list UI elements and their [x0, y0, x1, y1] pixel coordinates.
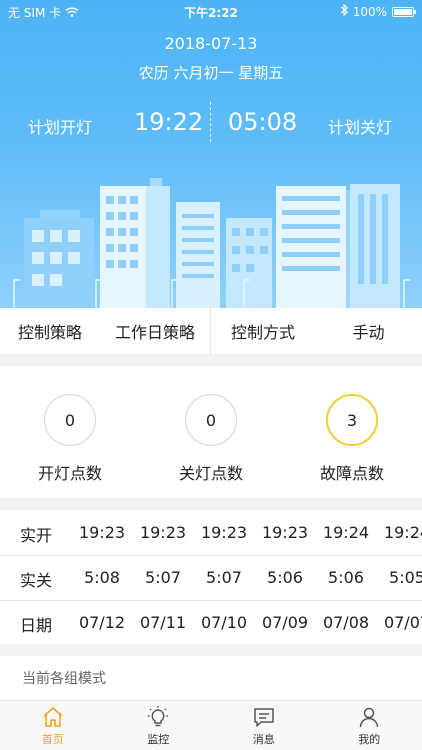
workday-strategy-selector[interactable]: 工作日策略 — [100, 308, 210, 354]
table-cell: 07/09 — [261, 613, 309, 632]
plan-off-label: 计划关灯 — [327, 118, 392, 137]
table-cell: 19:23 — [78, 523, 126, 542]
bluetooth-icon — [340, 3, 348, 19]
table-cell: 19:24 — [322, 523, 370, 542]
date-label: 2018-07-13 — [164, 34, 258, 53]
count-label: 开灯点数 — [37, 464, 102, 483]
battery-percent: 100% — [352, 4, 387, 19]
status-bar: 无 SIM 卡 下午2:22 100% — [0, 0, 422, 22]
tab-label: 消息 — [252, 733, 275, 746]
light-counts-panel: 0 开灯点数 0 关灯点数 3 故障点数 — [0, 366, 422, 498]
control-mode-label: 控制方式 — [230, 323, 295, 342]
table-cell: 5:08 — [84, 568, 120, 587]
header-panel: 无 SIM 卡 下午2:22 100% 2018-07-13 农历 六月初一 星… — [0, 0, 422, 308]
table-cell: 5:07 — [145, 568, 181, 587]
table-cell: 5:07 — [206, 568, 242, 587]
table-cell: 19:23 — [261, 523, 309, 542]
count-circle: 0 — [44, 394, 96, 446]
group-modes-section: 当前各组模式 — [0, 656, 422, 700]
divider — [210, 102, 211, 142]
plan-on-label: 计划开灯 — [28, 118, 93, 137]
table-cell: 07/10 — [200, 613, 248, 632]
count-label: 关灯点数 — [178, 464, 243, 483]
table-cell: 5:06 — [267, 568, 303, 587]
tab-label: 我的 — [358, 733, 381, 746]
table-cell: 5:05 — [389, 568, 422, 587]
city-skyline-illustration — [13, 178, 410, 308]
tab-home[interactable]: 首页 — [0, 701, 106, 750]
message-icon — [254, 708, 274, 727]
row-label: 日期 — [20, 616, 53, 635]
off-count[interactable]: 0 关灯点数 — [141, 394, 281, 484]
home-icon — [43, 707, 63, 727]
table-cell: 07/12 — [78, 613, 126, 632]
on-count[interactable]: 0 开灯点数 — [0, 394, 140, 484]
count-label: 故障点数 — [319, 464, 384, 483]
table-row: 实开 19:23 19:23 19:23 19:23 19:24 19:24 — [0, 510, 422, 554]
tab-label: 首页 — [41, 733, 64, 746]
strategy-row: 控制策略 工作日策略 控制方式 手动 — [0, 308, 422, 354]
user-icon — [360, 707, 379, 728]
history-table[interactable]: 实开 19:23 19:23 19:23 19:23 19:24 19:24 实… — [0, 510, 422, 644]
fault-count[interactable]: 3 故障点数 — [282, 394, 422, 484]
row-label: 实关 — [20, 571, 53, 590]
battery-icon — [392, 6, 416, 17]
table-cell: 5:06 — [328, 568, 364, 587]
table-cell: 19:24 — [383, 523, 422, 542]
lunar-date-label: 农历 六月初一 星期五 — [138, 64, 284, 82]
table-cell: 19:23 — [200, 523, 248, 542]
tab-monitor[interactable]: 监控 — [106, 701, 212, 750]
bulb-icon — [148, 706, 169, 727]
row-label: 实开 — [20, 526, 53, 545]
plan-off-time: 05:08 — [228, 108, 298, 136]
count-circle: 0 — [185, 394, 237, 446]
count-circle: 3 — [326, 394, 378, 446]
tab-profile[interactable]: 我的 — [317, 701, 422, 750]
table-cell: 07/08 — [322, 613, 370, 632]
table-row: 实关 5:08 5:07 5:07 5:06 5:06 5:05 — [0, 555, 422, 599]
table-cell: 19:23 — [139, 523, 187, 542]
tab-label: 监控 — [147, 733, 170, 746]
tab-bar: 首页 监控 消息 我的 — [0, 700, 422, 750]
tab-messages[interactable]: 消息 — [211, 701, 317, 750]
control-mode-selector[interactable]: 手动 — [315, 308, 422, 354]
control-strategy-label: 控制策略 — [17, 323, 82, 342]
plan-times: 计划开灯 19:22 05:08 计划关灯 — [0, 100, 422, 144]
table-cell: 07/07 — [383, 613, 422, 632]
table-cell: 07/11 — [139, 613, 187, 632]
plan-on-time: 19:22 — [134, 108, 204, 136]
section-title: 当前各组模式 — [22, 671, 106, 687]
table-row: 日期 07/12 07/11 07/10 07/09 07/08 07/07 — [0, 600, 422, 644]
